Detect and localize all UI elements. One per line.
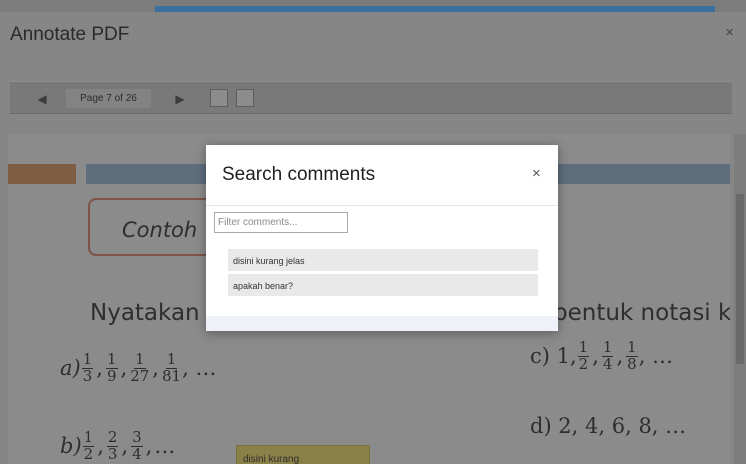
dialog-title: Annotate PDF [10,24,130,45]
sequence-label: b) [60,434,82,459]
page-decor-orange [8,164,76,184]
modal-footer [206,316,558,331]
modal-header: Search comments × [206,145,558,206]
fraction: 14 [601,338,614,373]
pdf-toolbar: ◀ Page 7 of 26 ▶ [10,81,732,114]
scrollbar-thumb[interactable] [736,194,744,364]
fraction: 12 [577,338,590,373]
page-indicator: Page 7 of 26 [66,89,151,108]
prev-page-button[interactable]: ◀ [32,89,52,108]
filter-comments-input[interactable] [214,212,348,233]
sequence-tail: , … [182,356,217,381]
contoh-heading: Contoh [122,218,198,242]
comment-list-icon[interactable] [210,89,228,107]
sequence-tail: … [154,434,176,459]
comment-item[interactable]: apakah benar? [228,274,538,296]
fraction: 1 27 [130,350,150,385]
fraction: 13 [81,350,94,385]
sequence-tail: , … [638,344,674,369]
sequence-label: c) 1, [530,344,577,369]
sequence-d: d) 2, 4, 6, 8, … [530,414,687,438]
fraction: 23 [106,428,119,463]
fraction: 19 [105,350,118,385]
instruction-text-end: bentuk notasi ku [553,300,730,326]
prev-arrow-icon: ◀ [37,91,47,106]
sequence-label: a) [60,356,81,381]
fraction: 18 [626,338,638,373]
next-page-button[interactable]: ▶ [170,89,190,108]
instruction-text-start: Nyatakan [90,300,200,326]
viewer-scrollbar[interactable] [734,134,746,464]
comment-sticky-note[interactable]: disini kurang [236,445,370,464]
search-comments-modal: Search comments × disini kurang jelas ap… [206,145,558,331]
sequence-a: a) 13, 19, 1 27, 1 81 , … [60,350,217,385]
fraction: 12 [82,428,95,463]
fraction: 34 [131,428,143,463]
modal-close-button[interactable]: × [532,165,541,182]
next-arrow-icon: ▶ [175,91,185,106]
sequence-c: c) 1, 12, 14, 18 , … [530,338,674,373]
dialog-close-button[interactable]: × [725,24,734,41]
comment-list: disini kurang jelas apakah benar? [228,249,538,299]
search-comments-icon[interactable] [236,89,254,107]
fraction: 1 81 [161,350,182,385]
modal-title: Search comments [222,164,376,185]
sequence-b: b) 12, 23, 34, … [60,428,176,463]
comment-item[interactable]: disini kurang jelas [228,249,538,271]
